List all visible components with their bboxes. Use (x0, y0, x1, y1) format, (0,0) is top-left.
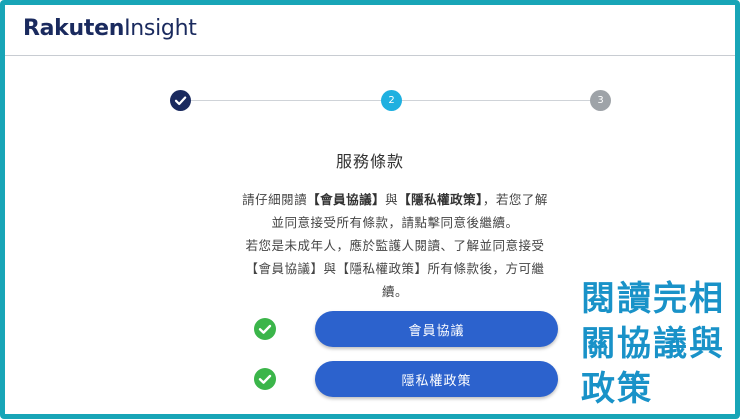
annotation-line-2: 關協議與 (581, 324, 725, 364)
stepper-connector (191, 100, 381, 101)
app-header: RakutenInsight (5, 5, 735, 56)
desc-line-5: 續。 (381, 284, 408, 299)
desc-line-1: 請仔細閱讀【會員協議】與【隱私權政策】，若您了解 (222, 188, 568, 211)
desc-line-3: 若您是未成年人，應於監護人閱讀、了解並同意接受 (245, 238, 545, 253)
progress-stepper: 2 3 (0, 90, 740, 112)
privacy-policy-button[interactable]: 隱私權政策 (315, 361, 558, 397)
checkmark-icon (174, 96, 187, 106)
terms-description: 請仔細閱讀【會員協議】與【隱私權政策】，若您了解 並同意接受所有條款，請點擊同意… (222, 188, 568, 303)
page-title: 服務條款 (335, 152, 404, 171)
member-agreement-button[interactable]: 會員協議 (315, 311, 558, 347)
logo-product: Insight (124, 16, 197, 41)
logo-brand: Rakuten (23, 16, 125, 41)
rakuten-insight-logo: RakutenInsight (23, 16, 197, 41)
member-agreement-ref: 【會員協議】 (307, 192, 386, 207)
green-check-icon (254, 368, 276, 390)
desc-text: 請仔細閱讀 (242, 192, 308, 207)
desc-line-4: 【會員協議】與【隱私權政策】所有條款後，方可繼 (245, 261, 545, 276)
step-2-current: 2 (381, 90, 402, 111)
desc-text: 與 (385, 192, 399, 207)
privacy-policy-ref: 【隱私權政策】 (398, 192, 483, 207)
instruction-annotation: 閱讀完相 關協議與 政策 (581, 277, 726, 412)
green-check-icon (254, 318, 276, 340)
annotation-line-1: 閱讀完相 (581, 279, 725, 319)
step-3-upcoming: 3 (590, 90, 611, 111)
step-1-completed (170, 90, 191, 111)
desc-text: ，若您了解 (482, 192, 548, 207)
desc-line-2: 並同意接受所有條款，請點擊同意後繼續。 (271, 215, 519, 230)
annotation-line-3: 政策 (581, 369, 653, 409)
stepper-connector (402, 100, 590, 101)
